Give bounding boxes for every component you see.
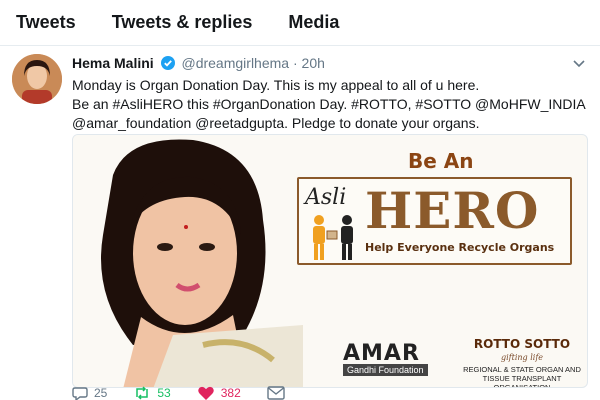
organ-handover-icon <box>313 215 353 260</box>
hero-tagline: Help Everyone Recycle Organs <box>365 241 555 254</box>
amar-logo-subtitle: Gandhi Foundation <box>343 364 428 376</box>
verified-icon <box>160 56 175 73</box>
amar-logo-text: AMAR <box>343 341 420 366</box>
woman-portrait <box>73 135 303 387</box>
heart-icon <box>197 386 214 400</box>
retweet-icon <box>136 386 149 400</box>
chevron-down-icon[interactable] <box>572 56 586 75</box>
rotto-logo-text: ROTTO SOTTO <box>473 337 571 351</box>
reply-count: 25 <box>94 386 108 400</box>
hero-text: HERO <box>365 181 540 240</box>
rotto-sotto-logo: ROTTO SOTTO gifting life REGIONAL & STAT… <box>457 335 587 388</box>
tweet[interactable]: Hema Malini @dreamgirlhema · 20h Monday … <box>0 46 600 400</box>
user-handle[interactable]: @dreamgirlhema <box>181 55 289 71</box>
tweet-header: Hema Malini @dreamgirlhema · 20h <box>72 55 325 73</box>
rotto-logo-tagline: gifting life <box>500 353 544 362</box>
tweet-media-image[interactable]: Be An Asli HERO Help Everyone Recycle Or… <box>72 134 588 388</box>
avatar[interactable] <box>12 54 62 104</box>
be-an-heading: Be An <box>408 149 474 173</box>
retweet-button[interactable]: 53 <box>133 385 171 400</box>
asli-text: Asli <box>305 185 347 210</box>
tweet-text-line: Monday is Organ Donation Day. This is my… <box>72 77 480 93</box>
tweet-text: Monday is Organ Donation Day. This is my… <box>72 76 587 133</box>
amar-logo: AMAR Gandhi Foundation <box>343 341 428 376</box>
retweet-count: 53 <box>157 386 171 400</box>
user-name[interactable]: Hema Malini <box>72 55 154 71</box>
tweet-text-line[interactable]: Be an #AsliHERO this #OrganDonation Day.… <box>72 95 587 114</box>
asli-hero-logo: Asli HERO Help Everyone Recycle Organs <box>297 177 572 265</box>
tweet-actions: 25 53 382 <box>72 384 317 400</box>
timestamp[interactable]: 20h <box>302 55 325 71</box>
tweet-text-line[interactable]: @amar_foundation @reetadgupta. Pledge to… <box>72 114 587 133</box>
tab-tweets[interactable]: Tweets <box>16 12 76 33</box>
tab-media[interactable]: Media <box>288 12 339 33</box>
direct-message-button[interactable] <box>267 386 291 400</box>
reply-button[interactable]: 25 <box>72 385 107 400</box>
tab-tweets-and-replies[interactable]: Tweets & replies <box>112 12 253 33</box>
envelope-icon <box>267 386 285 400</box>
separator-dot: · <box>292 55 298 71</box>
like-count: 382 <box>220 386 241 400</box>
profile-tabs: Tweets Tweets & replies Media <box>0 0 600 46</box>
reply-icon <box>72 387 88 400</box>
rotto-logo-description: REGIONAL & STATE ORGAN AND TISSUE TRANSP… <box>463 365 581 388</box>
like-button[interactable]: 382 <box>197 385 241 400</box>
